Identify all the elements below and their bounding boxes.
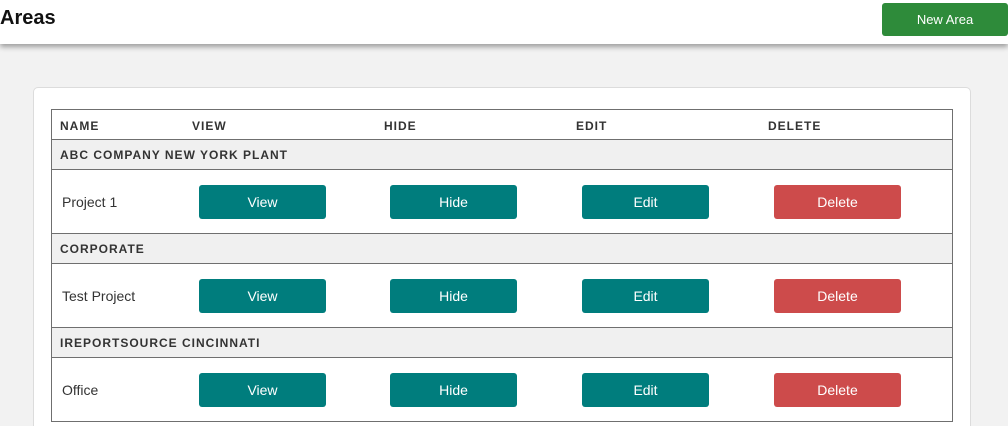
column-header-hide: HIDE xyxy=(384,119,417,133)
edit-button[interactable]: Edit xyxy=(582,279,709,313)
group-row: IREPORTSOURCE CINCINNATI xyxy=(52,328,952,358)
hide-button[interactable]: Hide xyxy=(390,373,517,407)
table-row: Office View Hide Edit Delete xyxy=(52,358,952,422)
area-name: Office xyxy=(62,382,99,398)
delete-button[interactable]: Delete xyxy=(774,185,901,219)
view-button[interactable]: View xyxy=(199,185,326,219)
group-label: IREPORTSOURCE CINCINNATI xyxy=(60,336,261,350)
new-area-button[interactable]: New Area xyxy=(882,3,1008,36)
column-header-delete: DELETE xyxy=(768,119,822,133)
group-label: ABC COMPANY NEW YORK PLANT xyxy=(60,148,289,162)
view-button[interactable]: View xyxy=(199,279,326,313)
delete-button[interactable]: Delete xyxy=(774,279,901,313)
areas-table: NAME VIEW HIDE EDIT DELETE ABC COMPANY N… xyxy=(51,109,953,422)
area-name: Test Project xyxy=(62,288,136,304)
group-label: CORPORATE xyxy=(60,242,145,256)
hide-button[interactable]: Hide xyxy=(390,185,517,219)
column-header-name: NAME xyxy=(60,119,100,133)
delete-button[interactable]: Delete xyxy=(774,373,901,407)
group-row: ABC COMPANY NEW YORK PLANT xyxy=(52,140,952,170)
column-header-edit: EDIT xyxy=(576,119,608,133)
table-row: Project 1 View Hide Edit Delete xyxy=(52,170,952,234)
view-button[interactable]: View xyxy=(199,373,326,407)
area-name: Project 1 xyxy=(62,194,118,210)
table-header: NAME VIEW HIDE EDIT DELETE xyxy=(52,110,952,140)
group-row: CORPORATE xyxy=(52,234,952,264)
page-title: Areas xyxy=(0,7,56,29)
top-header: Areas New Area xyxy=(0,0,1008,44)
edit-button[interactable]: Edit xyxy=(582,185,709,219)
column-header-view: VIEW xyxy=(192,119,227,133)
table-row: Test Project View Hide Edit Delete xyxy=(52,264,952,328)
hide-button[interactable]: Hide xyxy=(390,279,517,313)
edit-button[interactable]: Edit xyxy=(582,373,709,407)
